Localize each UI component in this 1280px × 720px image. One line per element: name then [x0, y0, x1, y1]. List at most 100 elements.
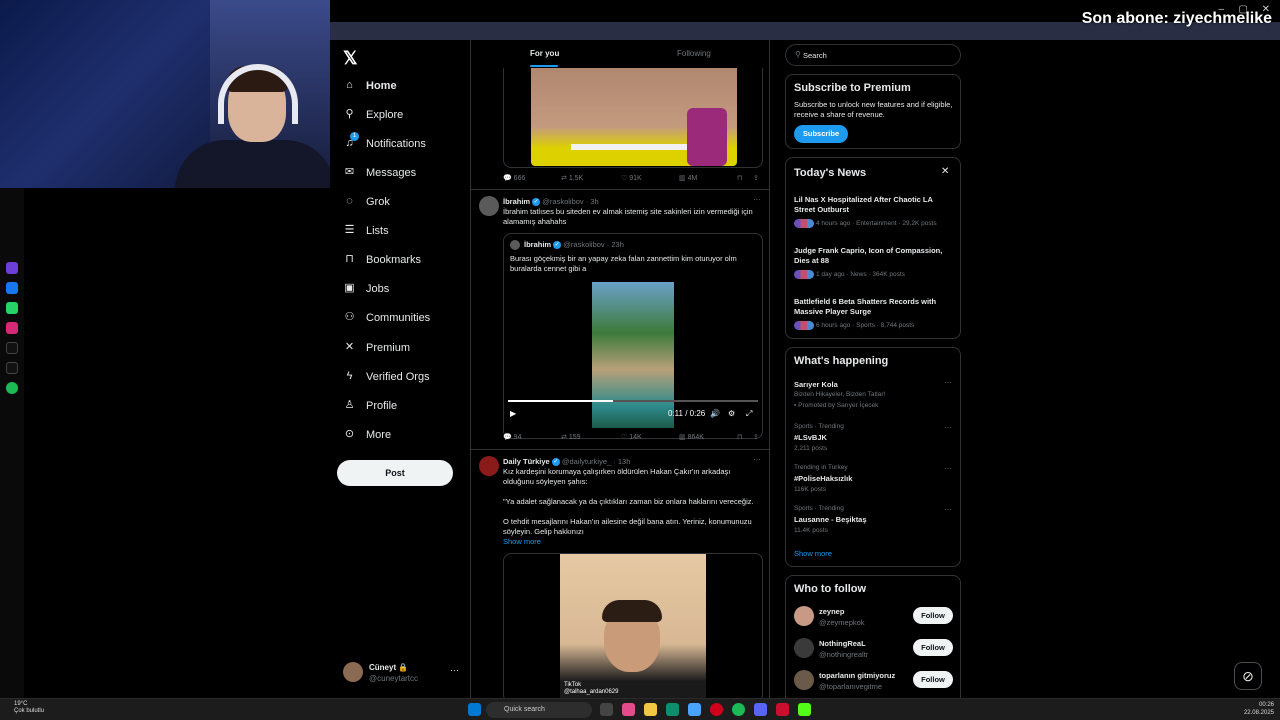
edge-icon[interactable]: [666, 703, 679, 716]
follow-button[interactable]: Follow: [913, 639, 953, 656]
follow-name[interactable]: toparlanın gitmiyoruz: [819, 671, 895, 680]
whatsapp-icon[interactable]: [6, 302, 18, 314]
app-icon[interactable]: [776, 703, 789, 716]
system-clock[interactable]: 00:26 22.08.2025: [1244, 701, 1274, 717]
avatar[interactable]: [794, 606, 814, 626]
trend-more-icon[interactable]: ···: [944, 464, 952, 473]
trend-more-icon[interactable]: ···: [944, 423, 952, 432]
kick-icon[interactable]: [798, 703, 811, 716]
messenger-icon[interactable]: [6, 282, 18, 294]
x-logo-icon[interactable]: 𝕏: [343, 48, 358, 69]
nav-item-premium[interactable]: ✕ Premium: [343, 341, 410, 354]
news-item-title[interactable]: Battlefield 6 Beta Shatters Records with…: [794, 297, 954, 317]
post-button[interactable]: Post: [337, 460, 453, 486]
tab-for-you[interactable]: For you: [530, 49, 559, 58]
nav-item-bookmarks[interactable]: ⊓ Bookmarks: [343, 253, 421, 266]
grok-icon[interactable]: ⊘: [1234, 662, 1262, 690]
news-item-title[interactable]: Judge Frank Caprio, Icon of Compassion, …: [794, 246, 954, 266]
post-author[interactable]: İbrahim: [503, 197, 530, 206]
spotify-icon[interactable]: [6, 382, 18, 394]
trend-name[interactable]: #PoliseHaksızlık: [794, 474, 852, 483]
like-button[interactable]: ♡ 91K: [621, 174, 642, 182]
trend-sub: 11.4K posts: [794, 527, 828, 534]
post-handle[interactable]: @raskolibov: [542, 197, 583, 206]
volume-icon[interactable]: 🔊: [710, 409, 720, 418]
follow-name[interactable]: NothingReaL: [819, 639, 866, 648]
post-more-icon[interactable]: ···: [753, 195, 761, 204]
post-media[interactable]: [503, 68, 763, 168]
avatar[interactable]: [479, 196, 499, 216]
nav-item-grok[interactable]: ◌ Grok: [343, 195, 390, 208]
news-item-title[interactable]: Lil Nas X Hospitalized After Chaotic LA …: [794, 195, 954, 215]
subscribe-button[interactable]: Subscribe: [794, 125, 848, 143]
nav-item-messages[interactable]: ✉ Messages: [343, 166, 416, 179]
nav-item-notifications[interactable]: ♫ Notifications 1: [343, 132, 426, 150]
close-icon[interactable]: ✕: [941, 166, 949, 177]
views-button[interactable]: ▥ 864K: [679, 433, 704, 441]
play-icon[interactable]: ▶: [510, 409, 516, 418]
app-icon[interactable]: [622, 703, 635, 716]
video-progress[interactable]: [508, 400, 758, 402]
nav-item-jobs[interactable]: ▣ Jobs: [343, 282, 389, 295]
discord-icon[interactable]: [754, 703, 767, 716]
nav-item-label: Notifications: [366, 137, 426, 150]
nav-item-profile[interactable]: ♙ Profile: [343, 399, 398, 412]
more-options-icon[interactable]: ···: [450, 665, 459, 675]
app-icon[interactable]: [6, 262, 18, 274]
nav-item-more[interactable]: ⊙ More: [343, 428, 391, 441]
opera-icon[interactable]: [710, 703, 723, 716]
repost-button[interactable]: ⇄ 159: [561, 433, 581, 441]
post-time[interactable]: · 3h: [586, 197, 599, 206]
weather-widget[interactable]: 19°C Çok bulutlu: [14, 701, 44, 715]
post-author[interactable]: Daily Türkiye: [503, 457, 550, 466]
post-handle[interactable]: @dailyturkiye_: [562, 457, 611, 466]
share-icon[interactable]: ⇪: [753, 174, 759, 182]
tiktok-icon[interactable]: [6, 342, 18, 354]
spotify-icon[interactable]: [732, 703, 745, 716]
trend-name[interactable]: Sarıyer Kola: [794, 380, 838, 389]
reply-button[interactable]: 💬 666: [503, 174, 525, 182]
video-player[interactable]: ▶ 0:11 / 0:26 🔊 ⚙ ⤢: [504, 282, 762, 428]
video-player[interactable]: TikTok @talhaa_ardan0629: [503, 553, 763, 700]
settings-icon[interactable]: ⚙: [728, 409, 735, 418]
trend-more-icon[interactable]: ···: [944, 378, 952, 387]
nav-item-explore[interactable]: ⚲ Explore: [343, 108, 403, 121]
fullscreen-icon[interactable]: ⤢: [746, 409, 752, 419]
like-button[interactable]: ♡ 14K: [621, 433, 642, 441]
avatar[interactable]: [794, 670, 814, 690]
task-view-icon[interactable]: [600, 703, 613, 716]
search-input[interactable]: ⚲ Search: [785, 44, 961, 66]
bookmark-icon[interactable]: ⊓: [737, 174, 742, 182]
post-more-icon[interactable]: ···: [753, 455, 761, 464]
show-more-link[interactable]: Show more: [794, 549, 832, 558]
app-icon[interactable]: [688, 703, 701, 716]
follow-button[interactable]: Follow: [913, 607, 953, 624]
windows-start-icon[interactable]: [468, 703, 481, 716]
share-icon[interactable]: ⇪: [753, 433, 759, 441]
nav-item-verified-orgs[interactable]: ϟ Verified Orgs: [343, 370, 430, 383]
post-time[interactable]: · 13h: [613, 457, 630, 466]
repost-button[interactable]: ⇄ 1.5K: [561, 174, 583, 182]
follow-button[interactable]: Follow: [913, 671, 953, 688]
show-more-link[interactable]: Show more: [503, 537, 541, 546]
tab-following[interactable]: Following: [677, 49, 711, 58]
views-button[interactable]: ▥ 4M: [679, 174, 697, 182]
folder-icon[interactable]: [644, 703, 657, 716]
bookmark-icon[interactable]: ⊓: [737, 433, 742, 441]
nav-item-home[interactable]: ⌂ Home: [343, 79, 396, 92]
taskbar-search[interactable]: Quick search: [486, 702, 592, 718]
instagram-icon[interactable]: [6, 322, 18, 334]
avatar[interactable]: [479, 456, 499, 476]
nav-item-communities[interactable]: ⚇ Communities: [343, 311, 431, 324]
nav-item-lists[interactable]: ☰ Lists: [343, 224, 389, 237]
post-image[interactable]: [531, 68, 737, 166]
account-switcher[interactable]: Cüneyt 🔒 @cuneytartcc ···: [343, 662, 463, 686]
trend-name[interactable]: Lausanne - Beşiktaş: [794, 515, 867, 524]
avatar[interactable]: [794, 638, 814, 658]
quoted-post[interactable]: İbrahim ✓ @raskolibov · 23h Burası göçek…: [503, 233, 763, 439]
x-app-icon[interactable]: [6, 362, 18, 374]
reply-button[interactable]: 💬 94: [503, 433, 521, 441]
follow-name[interactable]: zeynep: [819, 607, 844, 616]
trend-more-icon[interactable]: ···: [944, 505, 952, 514]
trend-name[interactable]: #LSvBJK: [794, 433, 827, 442]
